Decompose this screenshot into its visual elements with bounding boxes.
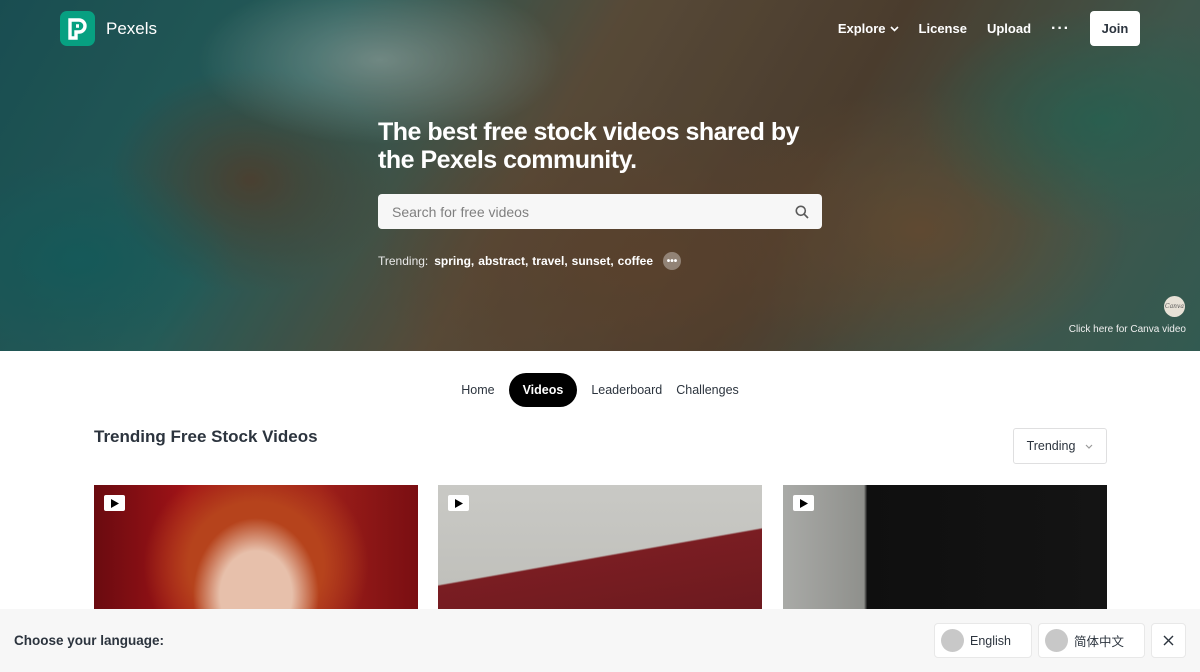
explore-label: Explore <box>837 21 886 36</box>
tab-videos[interactable]: Videos <box>508 373 578 407</box>
more-trending-icon[interactable]: ••• <box>663 252 682 270</box>
content-tabs: Home Videos Leaderboard Challenges <box>0 373 1200 407</box>
hero-headline: The best free stock videos shared by the… <box>378 118 800 174</box>
video-card[interactable] <box>783 485 1107 609</box>
video-play-icon <box>448 495 469 511</box>
search-bar <box>378 194 822 229</box>
more-menu-icon[interactable]: ··· <box>1051 20 1070 38</box>
flag-icon <box>940 629 964 652</box>
join-button[interactable]: Join <box>1090 11 1140 46</box>
video-card[interactable] <box>438 485 762 609</box>
chevron-down-icon <box>1086 444 1093 449</box>
trending-label: Trending: <box>378 254 429 268</box>
hero-banner: Pexels Explore License Upload ··· Join T… <box>0 0 1200 351</box>
sort-selected-value: Trending <box>1026 439 1076 453</box>
tab-leaderboard[interactable]: Leaderboard <box>584 373 669 407</box>
sort-dropdown[interactable]: Trending <box>1013 428 1107 464</box>
trending-tag[interactable]: travel, <box>532 254 567 268</box>
trending-tag[interactable]: abstract, <box>478 254 528 268</box>
trending-searches: Trending: spring, abstract, travel, suns… <box>378 252 682 270</box>
close-icon[interactable] <box>1151 623 1186 658</box>
language-prompt: Choose your language: <box>14 633 165 648</box>
canva-logo-icon[interactable]: Canva <box>1164 296 1185 317</box>
video-card[interactable] <box>94 485 418 609</box>
license-link[interactable]: License <box>919 21 967 36</box>
search-input[interactable] <box>392 203 794 220</box>
canva-link[interactable]: Click here for Canva video <box>1069 324 1186 335</box>
logo[interactable]: Pexels <box>60 11 157 46</box>
trending-tags: spring, abstract, travel, sunset, coffee <box>434 254 653 268</box>
trending-tag[interactable]: coffee <box>618 254 653 268</box>
trending-tag[interactable]: spring, <box>434 254 474 268</box>
logo-text: Pexels <box>106 18 158 38</box>
language-option-label: English <box>969 633 1011 648</box>
language-english-button[interactable]: English <box>933 623 1032 658</box>
flag-icon <box>1044 629 1068 652</box>
trending-tag[interactable]: sunset, <box>572 254 614 268</box>
search-icon[interactable] <box>794 204 810 220</box>
language-option-label: 简体中文 <box>1073 635 1124 649</box>
tab-challenges[interactable]: Challenges <box>669 373 746 407</box>
section-title: Trending Free Stock Videos <box>94 427 318 446</box>
language-bar: Choose your language: English 简体中文 <box>0 609 1200 672</box>
top-nav: Explore License Upload ··· Join <box>838 11 1140 46</box>
pexels-logo-icon <box>60 11 95 46</box>
video-play-icon <box>793 495 814 511</box>
tab-home[interactable]: Home <box>454 373 501 407</box>
explore-menu[interactable]: Explore <box>838 21 899 36</box>
upload-link[interactable]: Upload <box>987 21 1031 36</box>
language-chinese-button[interactable]: 简体中文 <box>1037 623 1145 658</box>
video-play-icon <box>104 495 125 511</box>
chevron-down-icon <box>889 25 899 32</box>
